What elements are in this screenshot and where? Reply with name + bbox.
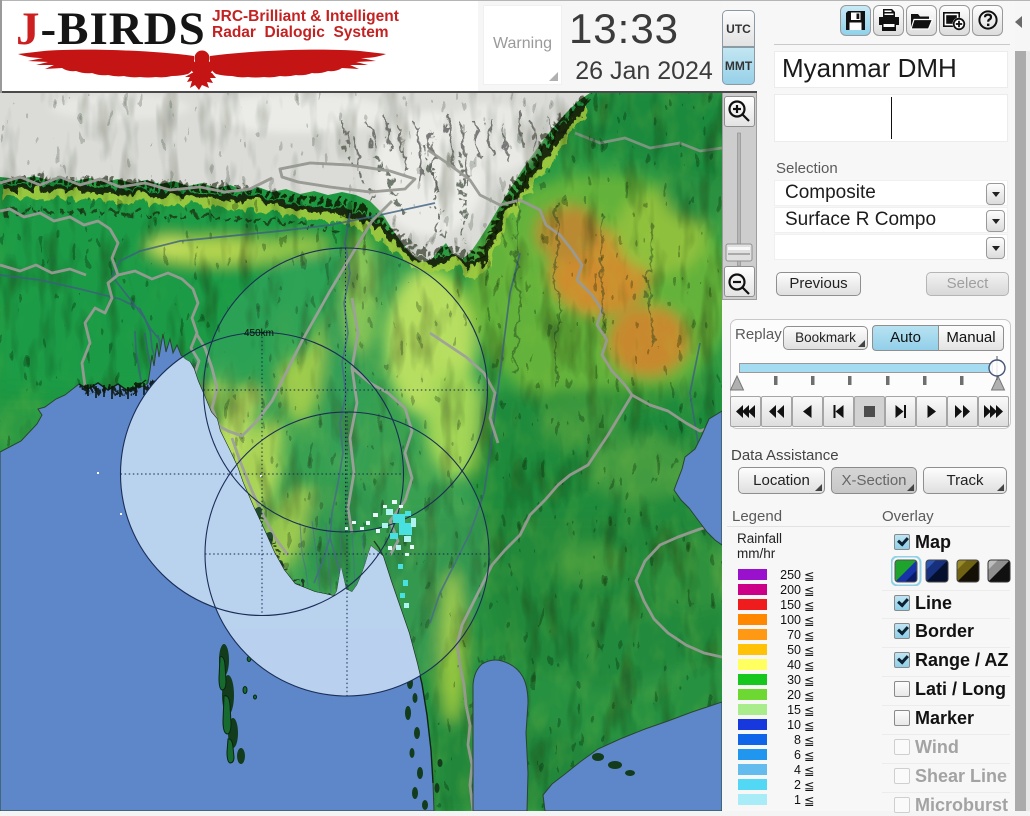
svg-text:450km: 450km xyxy=(244,328,274,339)
